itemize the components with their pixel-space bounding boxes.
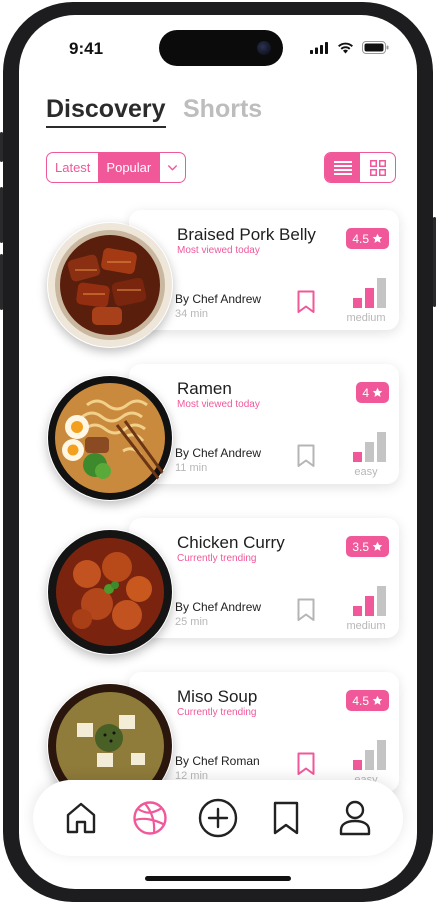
volume-up-button <box>0 187 3 243</box>
difficulty-bar <box>377 432 386 462</box>
grid-view-button[interactable] <box>360 153 395 182</box>
sort-filter: Latest Popular <box>46 152 187 183</box>
filter-popular[interactable]: Popular <box>98 153 160 182</box>
bookmark-filled-icon <box>297 290 315 313</box>
nav-discover[interactable] <box>128 796 172 840</box>
recipe-time: 34 min <box>175 308 209 320</box>
mute-switch <box>0 132 3 162</box>
nav-profile[interactable] <box>333 796 377 840</box>
front-camera <box>257 41 271 55</box>
dish-image-chicken-curry <box>48 530 172 654</box>
wifi-icon <box>338 42 353 53</box>
difficulty-bar <box>377 740 386 770</box>
bookmark-button[interactable] <box>297 290 315 319</box>
add-icon <box>198 798 238 838</box>
star-icon <box>372 233 383 243</box>
filter-latest[interactable]: Latest <box>47 153 98 182</box>
difficulty-bar <box>353 298 362 308</box>
filter-dropdown-button[interactable] <box>159 153 185 182</box>
bookmark-button[interactable] <box>297 444 315 473</box>
dynamic-island <box>159 30 283 66</box>
view-toggle <box>324 152 396 183</box>
difficulty-bar <box>365 750 374 770</box>
difficulty-label: easy <box>354 466 378 478</box>
difficulty-label: medium <box>346 312 386 324</box>
rating-badge: 4.5 <box>346 690 389 711</box>
difficulty-bar <box>365 288 374 308</box>
difficulty-bar <box>377 278 386 308</box>
battery-icon <box>362 41 389 54</box>
discover-icon <box>132 801 167 835</box>
recipe-title: Braised Pork Belly <box>177 225 316 244</box>
rating-value: 4.5 <box>352 231 369 246</box>
status-icons <box>310 41 389 54</box>
recipe-title: Miso Soup <box>177 687 258 706</box>
bottom-navigation <box>33 780 403 856</box>
recipe-subtitle: Most viewed today <box>177 399 260 410</box>
rating-value: 3.5 <box>352 539 369 554</box>
difficulty-bars <box>353 586 386 616</box>
dish-image-ramen <box>48 376 173 500</box>
nav-add[interactable] <box>196 796 240 840</box>
difficulty-bars <box>353 432 386 462</box>
difficulty-bar <box>365 442 374 462</box>
difficulty-bar <box>377 586 386 616</box>
chevron-down-icon <box>168 164 178 170</box>
difficulty-label: medium <box>346 620 386 632</box>
difficulty-indicator: medium <box>343 274 389 328</box>
bookmark-button[interactable] <box>297 752 315 781</box>
home-icon <box>66 802 96 834</box>
recipe-chef: By Chef Andrew <box>175 600 262 614</box>
rating-value: 4.5 <box>352 693 369 708</box>
volume-down-button <box>0 254 3 310</box>
nav-home[interactable] <box>59 796 103 840</box>
rating-badge: 3.5 <box>346 536 389 557</box>
recipe-chef: By Chef Roman <box>175 754 260 768</box>
home-indicator[interactable] <box>145 876 291 881</box>
recipe-subtitle: Currently trending <box>177 707 257 718</box>
grid-view-icon <box>369 159 386 176</box>
rating-value: 4 <box>362 385 369 400</box>
list-view-icon <box>333 160 352 175</box>
difficulty-indicator: medium <box>343 582 389 636</box>
difficulty-indicator: easy <box>343 428 389 482</box>
nav-bookmarks[interactable] <box>264 796 308 840</box>
recipe-chef: By Chef Andrew <box>175 446 262 460</box>
rating-badge: 4.5 <box>346 228 389 249</box>
recipe-time: 25 min <box>175 616 209 628</box>
screen: 9:41 Discovery Shorts Latest Popular Bra… <box>19 15 417 889</box>
recipe-time: 11 min <box>175 462 208 474</box>
difficulty-bar <box>353 606 362 616</box>
phone-frame: 9:41 Discovery Shorts Latest Popular Bra… <box>0 2 436 902</box>
cellular-signal-icon <box>310 41 328 54</box>
rating-badge: 4 <box>356 382 389 403</box>
difficulty-bar <box>353 760 362 770</box>
difficulty-bar <box>353 452 362 462</box>
status-time: 9:41 <box>69 39 104 58</box>
list-view-button[interactable] <box>325 153 360 182</box>
recipe-title: Ramen <box>177 379 232 398</box>
recipe-subtitle: Most viewed today <box>177 245 260 256</box>
star-icon <box>372 387 383 397</box>
recipe-chef: By Chef Andrew <box>175 292 262 306</box>
star-icon <box>372 695 383 705</box>
dish-image-pork-belly <box>48 223 172 347</box>
difficulty-bars <box>353 740 386 770</box>
tab-discovery[interactable]: Discovery <box>46 95 166 128</box>
profile-icon <box>339 800 370 836</box>
difficulty-bars <box>353 278 386 308</box>
star-icon <box>372 541 383 551</box>
difficulty-bar <box>365 596 374 616</box>
bookmark-icon <box>297 598 315 621</box>
bookmark-icon <box>297 444 315 467</box>
recipe-subtitle: Currently trending <box>177 553 257 564</box>
bookmark-icon <box>274 801 299 835</box>
bookmark-filled-icon <box>297 752 315 775</box>
tab-shorts[interactable]: Shorts <box>183 95 262 124</box>
recipe-title: Chicken Curry <box>177 533 285 552</box>
bookmark-button[interactable] <box>297 598 315 627</box>
